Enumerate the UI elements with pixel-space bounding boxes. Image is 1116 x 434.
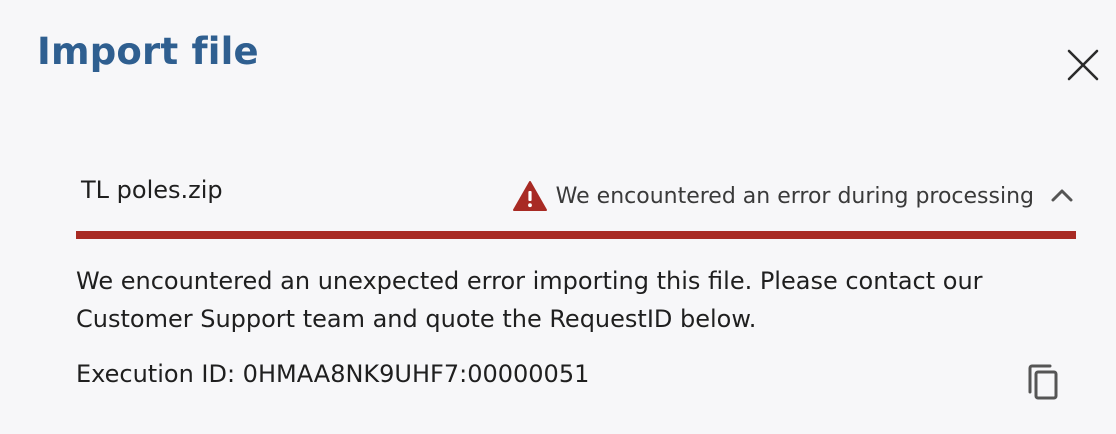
copy-icon <box>1028 364 1058 400</box>
execution-row: Execution ID: 0HMAA8NK9UHF7:00000051 <box>76 358 1076 400</box>
file-status: We encountered an error during processin… <box>512 178 1076 214</box>
warning-icon <box>512 181 547 211</box>
file-name: TL poles.zip <box>81 176 223 204</box>
error-message: We encountered an unexpected error impor… <box>76 267 983 333</box>
status-text: We encountered an error during processin… <box>555 183 1034 209</box>
chevron-up-icon <box>1051 189 1073 202</box>
error-bar <box>76 231 1076 239</box>
copy-button[interactable] <box>1022 362 1062 402</box>
file-row: TL poles.zip We encountered an error dur… <box>76 168 1076 232</box>
close-icon <box>1067 49 1099 81</box>
dialog-title: Import file <box>37 30 259 73</box>
close-button[interactable] <box>1062 44 1104 86</box>
execution-id: Execution ID: 0HMAA8NK9UHF7:00000051 <box>76 360 590 388</box>
collapse-button[interactable] <box>1048 182 1076 210</box>
